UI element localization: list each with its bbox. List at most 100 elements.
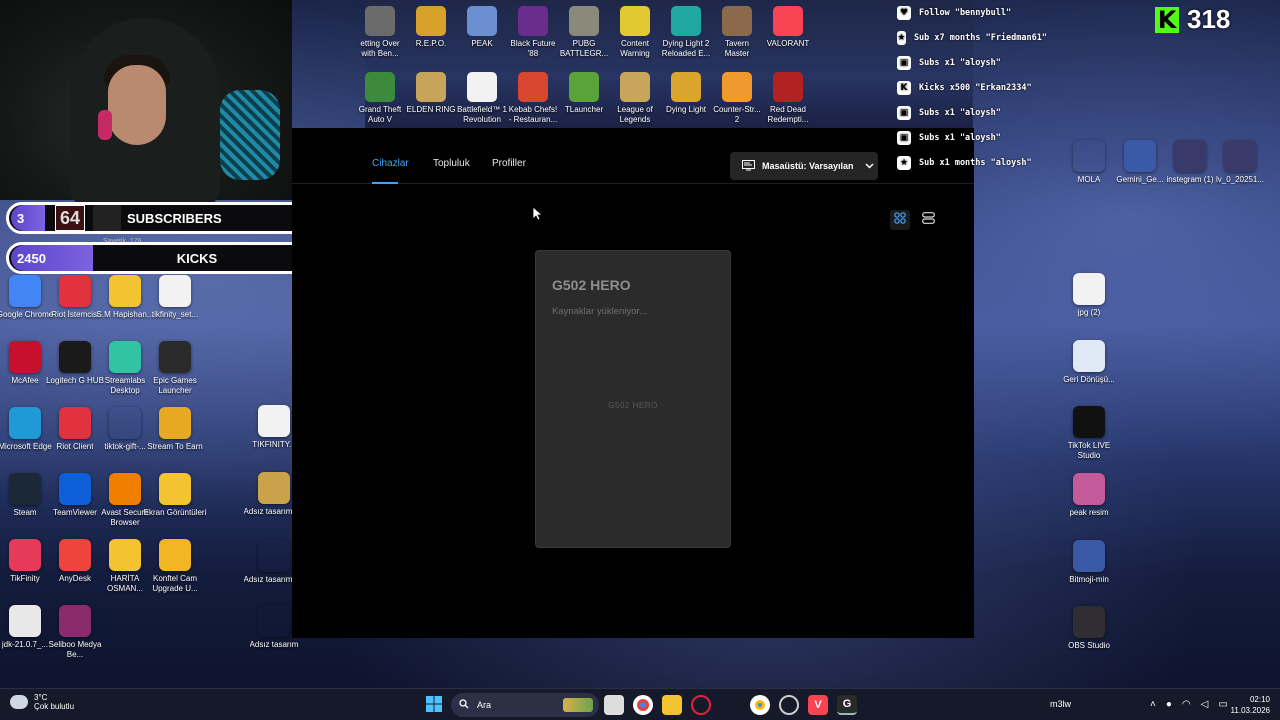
- desktop-icon-top[interactable]: PUBG BATTLEGR...: [559, 6, 609, 59]
- dl-icon: [671, 72, 701, 102]
- desktop-icon-left[interactable]: Epic Games Launcher: [142, 341, 208, 396]
- tiktok-icon: [1073, 406, 1105, 438]
- device-card-g502[interactable]: G502 HERO Kaynaklar yükleniyor... G502 H…: [535, 250, 731, 548]
- grid-view-button[interactable]: [890, 210, 910, 230]
- weather-icon: [10, 695, 28, 709]
- blank-icon: [258, 540, 290, 572]
- icon-label: OBS Studio: [1068, 641, 1110, 650]
- desktop-icon-top[interactable]: Battlefield™ 1 Revolution: [457, 72, 507, 125]
- desktop-icon-top[interactable]: Black Future '88: [508, 6, 558, 59]
- icon-label: Tavern Master: [724, 39, 750, 58]
- weather-desc: Çok bulutlu: [34, 702, 75, 711]
- icon-label: Grand Theft Auto V: [358, 105, 402, 124]
- icon-label: VALORANT: [766, 39, 810, 48]
- desktop-icon-top[interactable]: League of Legends: [610, 72, 660, 125]
- desktop-icon-right[interactable]: jpg (2): [1056, 273, 1122, 318]
- list-view-button[interactable]: [918, 210, 938, 230]
- windows-start-icon: [426, 695, 442, 715]
- icon-label: tiktok-gift-...: [104, 442, 146, 451]
- desktop-icon-right[interactable]: peak resim: [1056, 473, 1122, 518]
- chrome-icon: [755, 700, 765, 710]
- start-button[interactable]: [424, 695, 444, 715]
- desktop-icon-top[interactable]: TLauncher: [559, 72, 609, 115]
- taskbar-steam[interactable]: [779, 695, 799, 715]
- desktop-icon-right[interactable]: Bitmoji-min: [1056, 540, 1122, 585]
- desktop-icon-top[interactable]: Dying Light: [661, 72, 711, 115]
- mouse-cursor: [532, 206, 544, 226]
- kick-icon: K: [897, 80, 911, 95]
- user-label: m3lw: [1050, 699, 1072, 709]
- dl-icon: [671, 6, 701, 36]
- desktop-icon-top[interactable]: Content Warning: [610, 6, 660, 59]
- chevron-down-icon: [865, 161, 874, 171]
- tab-community[interactable]: Topluluk: [433, 158, 470, 169]
- hammer-icon: [365, 6, 395, 36]
- taskbar-chrome[interactable]: [633, 695, 653, 715]
- mcafee-icon: [9, 341, 41, 373]
- taskbar-logitech[interactable]: G: [837, 695, 857, 715]
- taskbar-file-explorer[interactable]: [662, 695, 682, 715]
- stream-event-text: Sub x7 months "Friedman61": [913, 32, 1047, 43]
- lol-icon: [620, 72, 650, 102]
- desktop-icon-left[interactable]: Seliboo Medya Be...: [42, 605, 108, 660]
- folder-icon: [109, 275, 141, 307]
- gift-icon: ▣: [897, 105, 911, 120]
- tab-devices[interactable]: Cihazlar: [372, 158, 409, 169]
- icon-label: ELDEN RING: [406, 105, 456, 114]
- desktop-icon-top[interactable]: Red Dead Redempti...: [763, 72, 813, 125]
- profile-selector-button[interactable]: Masaüstü: Varsayılan: [730, 152, 878, 180]
- stream-event-row: ▣ Subs x1 "aloysh": [897, 50, 1047, 75]
- desktop-icon-right[interactable]: lv_0_20251...: [1207, 140, 1273, 185]
- skull-icon: [518, 6, 548, 36]
- icon-label: Ekran Görüntüleri: [143, 508, 207, 517]
- java-icon: [9, 605, 41, 637]
- stream-event-row: ★ Sub x7 months "Friedman61": [897, 25, 1047, 50]
- taskbar-valorant[interactable]: V: [808, 695, 828, 715]
- active-tab-underline: [372, 182, 398, 184]
- desktop-icon-right[interactable]: Geri Dönüşü...: [1056, 340, 1122, 385]
- mountain-icon: [467, 6, 497, 36]
- chevron-up-icon: ˄: [1150, 699, 1156, 710]
- desktop-icon-right[interactable]: OBS Studio: [1056, 606, 1122, 651]
- system-tray[interactable]: ˄ ● ◠ ◁ ▭: [1150, 699, 1228, 710]
- helmet-icon: [569, 6, 599, 36]
- task-view-button[interactable]: [604, 695, 624, 715]
- icon-label: Dying Light: [665, 105, 707, 114]
- icon-label: TIKFINITY...: [252, 440, 296, 449]
- desktop-icon-top[interactable]: Grand Theft Auto V: [355, 72, 405, 125]
- desktop-icon-right[interactable]: TikTok LIVE Studio: [1056, 406, 1122, 461]
- desktop-icon-top[interactable]: etting Over with Ben...: [355, 6, 405, 59]
- icon-label: Content Warning: [620, 39, 650, 58]
- desktop-icon-top[interactable]: VALORANT: [763, 6, 813, 49]
- desktop-icon-top[interactable]: PEAK: [457, 6, 507, 49]
- subscribers-avatar-1: 64: [55, 205, 85, 231]
- stream-event-text: Subs x1 "aloysh": [919, 132, 1001, 143]
- taskbar-opera[interactable]: [691, 695, 711, 715]
- chrome-icon: [637, 699, 649, 711]
- desktop-icon-top[interactable]: Counter-Str... 2: [712, 72, 762, 125]
- webcam-headset-left: [98, 110, 112, 140]
- icon-label: League of Legends: [617, 105, 653, 124]
- microphone-icon: ●: [1165, 699, 1172, 710]
- blank-icon: [109, 407, 141, 439]
- weather-widget[interactable]: 3°C Çok bulutlu: [10, 693, 74, 711]
- stream-event-text: Follow "bennybull": [919, 7, 1012, 18]
- desktop-icon-left[interactable]: Konftel Cam Upgrade U...: [142, 539, 208, 594]
- desktop-icon-top[interactable]: Tavern Master: [712, 6, 762, 59]
- file-icon: [159, 275, 191, 307]
- taskbar-search[interactable]: Ara: [451, 693, 599, 717]
- desktop-icon-top[interactable]: Dying Light 2 Reloaded E...: [661, 6, 711, 59]
- desktop-icon-top[interactable]: R.E.P.O.: [406, 6, 456, 49]
- webcam-headset: [220, 90, 280, 180]
- taskbar-chrome-2[interactable]: [750, 695, 770, 715]
- icon-label: Counter-Str... 2: [713, 105, 761, 124]
- robot-icon: [416, 6, 446, 36]
- search-icon: [459, 699, 469, 711]
- desktop-icon-left[interactable]: Stream To Earn: [142, 407, 208, 452]
- desktop-icon-left[interactable]: tikfinity_set...: [142, 275, 208, 320]
- tab-profiles[interactable]: Profiller: [492, 158, 526, 169]
- desktop-icon-left[interactable]: Ekran Görüntüleri: [142, 473, 208, 518]
- clock[interactable]: 02:10 11.03.2026: [1224, 694, 1270, 716]
- desktop-icon-top[interactable]: Kebab Chefs! - Restauran...: [508, 72, 558, 125]
- desktop-icon-top[interactable]: ELDEN RING: [406, 72, 456, 115]
